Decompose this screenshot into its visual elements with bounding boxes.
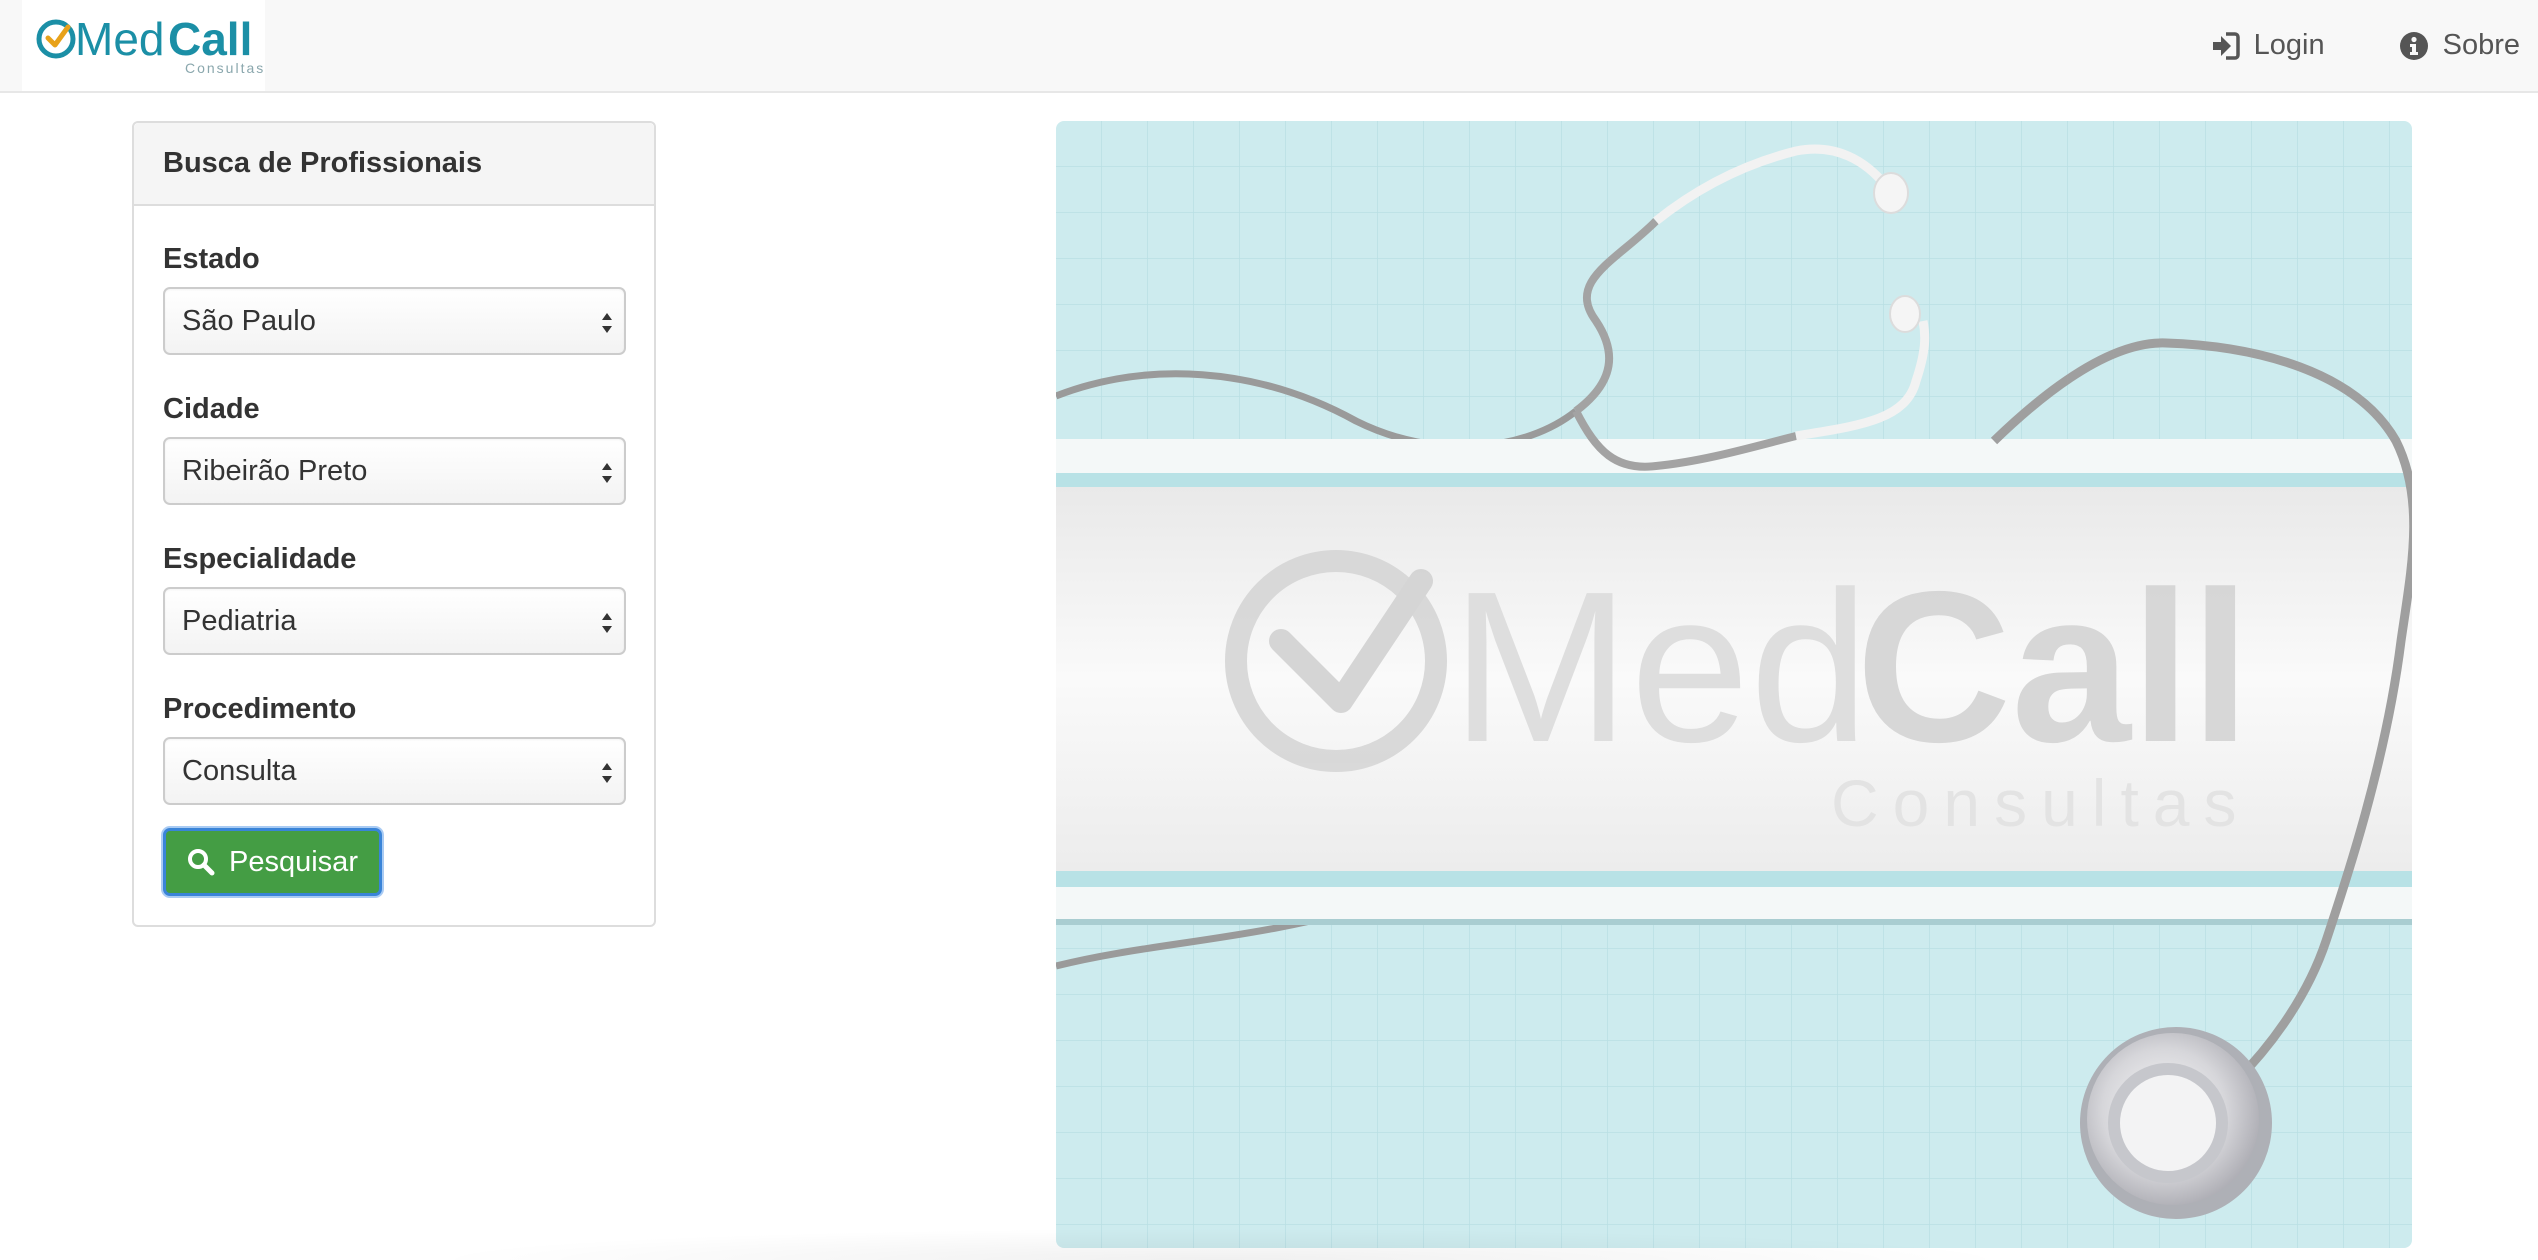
- procedimento-value: Consulta: [182, 754, 297, 787]
- sign-in-icon: [2212, 31, 2240, 60]
- navbar: Med Call Consultas Login Sobre: [0, 0, 2538, 93]
- select-arrows-icon: [602, 763, 612, 783]
- brand-logo[interactable]: Med Call Consultas: [22, 0, 265, 91]
- brand-tagline: Consultas: [185, 60, 265, 76]
- estado-select[interactable]: São Paulo: [163, 287, 626, 355]
- especialidade-group: Especialidade Pediatria: [163, 541, 626, 655]
- login-link[interactable]: Login: [2208, 29, 2327, 62]
- cidade-value: Ribeirão Preto: [182, 454, 368, 487]
- search-panel: Busca de Profissionais Estado São Paulo …: [132, 121, 656, 927]
- about-link[interactable]: Sobre: [2397, 29, 2522, 62]
- bottom-shadow: [420, 1228, 2020, 1260]
- search-button-label: Pesquisar: [229, 845, 358, 878]
- login-label: Login: [2253, 29, 2325, 61]
- estado-group: Estado São Paulo: [163, 241, 626, 355]
- especialidade-label: Especialidade: [163, 543, 357, 575]
- procedimento-label: Procedimento: [163, 693, 357, 725]
- panel-body: Estado São Paulo Cidade Ribeirão Preto E…: [134, 241, 654, 805]
- hero-image: Med Call Consultas: [1056, 121, 2412, 1248]
- cidade-label: Cidade: [163, 393, 260, 425]
- hero-watermark-med: Med: [1451, 546, 1869, 787]
- search-button[interactable]: Pesquisar: [163, 828, 382, 896]
- cidade-select[interactable]: Ribeirão Preto: [163, 437, 626, 505]
- search-icon: [188, 849, 215, 876]
- medcall-logo-icon: Med Call Consultas: [36, 13, 265, 76]
- estado-label: Estado: [163, 243, 260, 275]
- nav-right: Login Sobre: [2138, 0, 2522, 91]
- select-arrows-icon: [602, 613, 612, 633]
- select-arrows-icon: [602, 463, 612, 483]
- hero-watermark-tagline: Consultas: [1831, 766, 2251, 840]
- about-label: Sobre: [2442, 29, 2520, 61]
- stethoscope-banner-image: Med Call Consultas: [1056, 121, 2412, 1248]
- procedimento-group: Procedimento Consulta: [163, 691, 626, 805]
- brand-name-call: Call: [168, 13, 252, 65]
- brand-name-med: Med: [75, 13, 164, 65]
- panel-title: Busca de Profissionais: [134, 123, 654, 206]
- hero-watermark-call: Call: [1856, 546, 2250, 787]
- especialidade-value: Pediatria: [182, 604, 297, 637]
- especialidade-select[interactable]: Pediatria: [163, 587, 626, 655]
- select-arrows-icon: [602, 313, 612, 333]
- cidade-group: Cidade Ribeirão Preto: [163, 391, 626, 505]
- procedimento-select[interactable]: Consulta: [163, 737, 626, 805]
- estado-value: São Paulo: [182, 304, 316, 337]
- info-circle-icon: [2399, 31, 2428, 60]
